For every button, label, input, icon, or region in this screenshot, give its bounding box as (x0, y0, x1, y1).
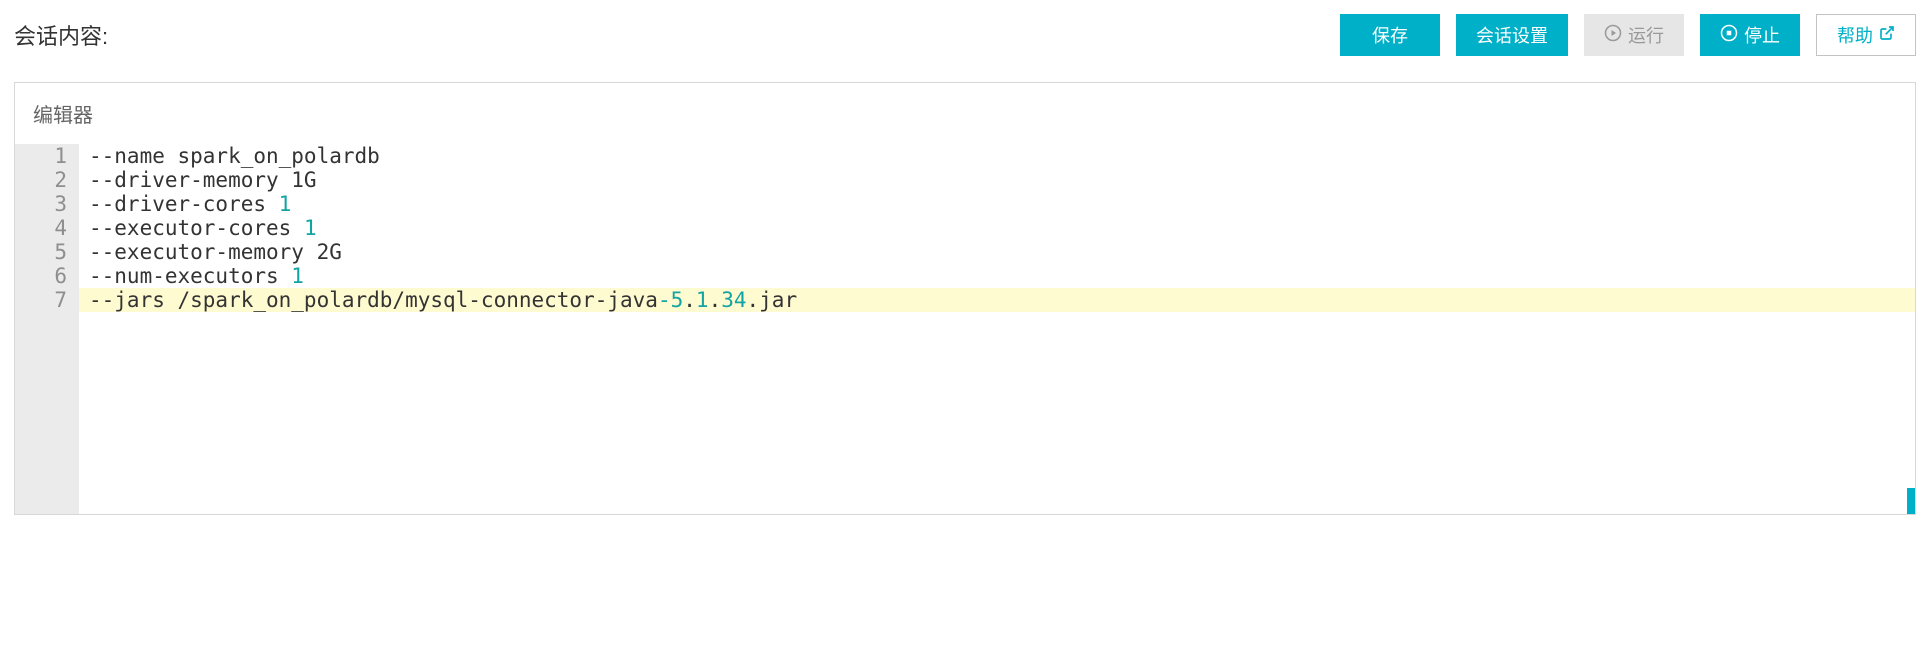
editor-container: 编辑器 1234567 --name spark_on_polardb--dri… (14, 82, 1916, 515)
code-line[interactable]: --executor-memory 2G (79, 240, 1915, 264)
line-number: 1 (15, 144, 67, 168)
code-line[interactable]: --executor-cores 1 (79, 216, 1915, 240)
code-line[interactable]: --num-executors 1 (79, 264, 1915, 288)
token-text: --driver-memory 1G (89, 168, 317, 192)
token-text: . (683, 288, 696, 312)
line-number: 6 (15, 264, 67, 288)
session-settings-button-label: 会话设置 (1476, 22, 1548, 48)
scrollbar-thumb[interactable] (1907, 488, 1915, 514)
run-button: 运行 (1584, 14, 1684, 56)
token-number: 1 (291, 264, 304, 288)
token-text: --jars /spark_on_polardb/mysql-connector… (89, 288, 658, 312)
line-number: 7 (15, 288, 67, 312)
token-number: 1 (696, 288, 709, 312)
code-line[interactable]: --name spark_on_polardb (79, 144, 1915, 168)
help-button-label: 帮助 (1837, 22, 1873, 48)
token-number: 1 (304, 216, 317, 240)
play-icon (1604, 24, 1622, 47)
token-text: --executor-memory 2G (89, 240, 342, 264)
line-number: 4 (15, 216, 67, 240)
session-settings-button[interactable]: 会话设置 (1456, 14, 1568, 56)
line-number: 5 (15, 240, 67, 264)
token-text: --executor-cores (89, 216, 304, 240)
help-button[interactable]: 帮助 (1816, 14, 1916, 56)
token-text: --name spark_on_polardb (89, 144, 380, 168)
token-text: .jar (747, 288, 798, 312)
external-link-icon (1879, 25, 1895, 46)
editor-label: 编辑器 (15, 83, 1915, 144)
token-number: 1 (279, 192, 292, 216)
save-button[interactable]: 保存 (1340, 14, 1440, 56)
code-area[interactable]: --name spark_on_polardb--driver-memory 1… (79, 144, 1915, 514)
header-row: 会话内容: 保存 会话设置 运行 停止 帮助 (14, 14, 1916, 56)
token-number: -5 (658, 288, 683, 312)
page-title: 会话内容: (14, 19, 108, 51)
code-line[interactable]: --jars /spark_on_polardb/mysql-connector… (79, 288, 1915, 312)
line-number: 3 (15, 192, 67, 216)
save-button-label: 保存 (1372, 22, 1408, 48)
token-text: --num-executors (89, 264, 291, 288)
stop-icon (1720, 24, 1738, 47)
code-line[interactable]: --driver-cores 1 (79, 192, 1915, 216)
line-number: 2 (15, 168, 67, 192)
button-group: 保存 会话设置 运行 停止 帮助 (1340, 14, 1916, 56)
line-number-gutter: 1234567 (15, 144, 79, 514)
run-button-label: 运行 (1628, 22, 1664, 48)
code-line[interactable]: --driver-memory 1G (79, 168, 1915, 192)
token-text: . (709, 288, 722, 312)
token-number: 34 (721, 288, 746, 312)
stop-button-label: 停止 (1744, 22, 1780, 48)
stop-button[interactable]: 停止 (1700, 14, 1800, 56)
editor-body[interactable]: 1234567 --name spark_on_polardb--driver-… (15, 144, 1915, 514)
token-text: --driver-cores (89, 192, 279, 216)
